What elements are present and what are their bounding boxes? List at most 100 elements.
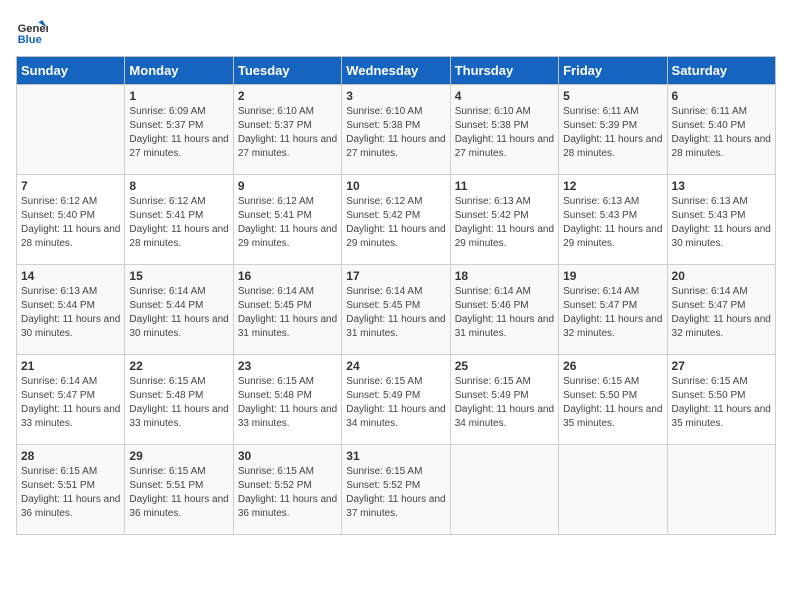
calendar-cell: 22Sunrise: 6:15 AMSunset: 5:48 PMDayligh… <box>125 355 233 445</box>
day-number: 14 <box>21 269 120 283</box>
day-number: 30 <box>238 449 337 463</box>
calendar-cell: 27 Sunrise: 6:15 AMSunset: 5:50 PMDayligh… <box>667 355 775 445</box>
calendar-cell: 23 Sunrise: 6:15 AMSunset: 5:48 PMDayligh… <box>233 355 341 445</box>
calendar-cell: 18Sunrise: 6:14 AMSunset: 5:46 PMDayligh… <box>450 265 558 355</box>
cell-info: Sunrise: 6:10 AMSunset: 5:38 PMDaylight:… <box>346 105 445 161</box>
day-number: 29 <box>129 449 228 463</box>
cell-info: Sunrise: 6:14 AMSunset: 5:44 PMDaylight:… <box>129 285 228 341</box>
cell-info: Sunrise: 6:15 AMSunset: 5:50 PMDaylight:… <box>672 375 771 431</box>
day-number: 8 <box>129 179 228 193</box>
calendar-cell: 16 Sunrise: 6:14 AMSunset: 5:45 PMDayligh… <box>233 265 341 355</box>
calendar-cell: 9 Sunrise: 6:12 AMSunset: 5:41 PMDaylight… <box>233 175 341 265</box>
col-header-saturday: Saturday <box>667 57 775 85</box>
calendar-cell: 2 Sunrise: 6:10 AMSunset: 5:37 PMDaylight… <box>233 85 341 175</box>
day-number: 20 <box>672 269 771 283</box>
cell-info: Sunrise: 6:14 AMSunset: 5:45 PMDaylight:… <box>238 285 337 341</box>
cell-info: Sunrise: 6:10 AMSunset: 5:38 PMDaylight:… <box>455 105 554 161</box>
calendar-cell: 12 Sunrise: 6:13 AMSunset: 5:43 PMDayligh… <box>559 175 667 265</box>
day-number: 4 <box>455 89 554 103</box>
day-number: 22 <box>129 359 228 373</box>
cell-info: Sunrise: 6:14 AMSunset: 5:46 PMDaylight:… <box>455 285 554 341</box>
cell-info: Sunrise: 6:13 AMSunset: 5:42 PMDaylight:… <box>455 195 554 251</box>
cell-info: Sunrise: 6:15 AMSunset: 5:49 PMDaylight:… <box>455 375 554 431</box>
cell-info: Sunrise: 6:13 AMSunset: 5:43 PMDaylight:… <box>672 195 771 251</box>
calendar-cell: 1 Sunrise: 6:09 AMSunset: 5:37 PMDaylight… <box>125 85 233 175</box>
calendar-cell: 30 Sunrise: 6:15 AMSunset: 5:52 PMDayligh… <box>233 445 341 535</box>
cell-info: Sunrise: 6:14 AMSunset: 5:47 PMDaylight:… <box>21 375 120 431</box>
day-number: 21 <box>21 359 120 373</box>
calendar-cell: 10 Sunrise: 6:12 AMSunset: 5:42 PMDayligh… <box>342 175 450 265</box>
svg-text:Blue: Blue <box>18 34 42 46</box>
calendar-table: SundayMondayTuesdayWednesdayThursdayFrid… <box>16 56 776 535</box>
calendar-cell: 25 Sunrise: 6:15 AMSunset: 5:49 PMDayligh… <box>450 355 558 445</box>
day-number: 24 <box>346 359 445 373</box>
day-number: 15 <box>129 269 228 283</box>
day-number: 28 <box>21 449 120 463</box>
day-number: 23 <box>238 359 337 373</box>
col-header-tuesday: Tuesday <box>233 57 341 85</box>
logo: General Blue <box>16 16 56 48</box>
calendar-cell: 31 Sunrise: 6:15 AMSunset: 5:52 PMDayligh… <box>342 445 450 535</box>
calendar-cell: 5 Sunrise: 6:11 AMSunset: 5:39 PMDaylight… <box>559 85 667 175</box>
cell-info: Sunrise: 6:13 AMSunset: 5:44 PMDaylight:… <box>21 285 120 341</box>
calendar-cell: 14 Sunrise: 6:13 AMSunset: 5:44 PMDayligh… <box>17 265 125 355</box>
col-header-thursday: Thursday <box>450 57 558 85</box>
cell-info: Sunrise: 6:15 AMSunset: 5:52 PMDaylight:… <box>238 465 337 521</box>
day-number: 3 <box>346 89 445 103</box>
page-header: General Blue <box>16 16 776 48</box>
col-header-wednesday: Wednesday <box>342 57 450 85</box>
calendar-cell: 6Sunrise: 6:11 AMSunset: 5:40 PMDaylight… <box>667 85 775 175</box>
cell-info: Sunrise: 6:15 AMSunset: 5:48 PMDaylight:… <box>238 375 337 431</box>
calendar-cell: 19 Sunrise: 6:14 AMSunset: 5:47 PMDayligh… <box>559 265 667 355</box>
cell-info: Sunrise: 6:15 AMSunset: 5:49 PMDaylight:… <box>346 375 445 431</box>
col-header-monday: Monday <box>125 57 233 85</box>
day-number: 27 <box>672 359 771 373</box>
day-number: 10 <box>346 179 445 193</box>
calendar-cell: 3 Sunrise: 6:10 AMSunset: 5:38 PMDaylight… <box>342 85 450 175</box>
cell-info: Sunrise: 6:15 AMSunset: 5:52 PMDaylight:… <box>346 465 445 521</box>
day-number: 2 <box>238 89 337 103</box>
day-number: 19 <box>563 269 662 283</box>
cell-info: Sunrise: 6:09 AMSunset: 5:37 PMDaylight:… <box>129 105 228 161</box>
calendar-cell: 7Sunrise: 6:12 AMSunset: 5:40 PMDaylight… <box>17 175 125 265</box>
cell-info: Sunrise: 6:13 AMSunset: 5:43 PMDaylight:… <box>563 195 662 251</box>
cell-info: Sunrise: 6:10 AMSunset: 5:37 PMDaylight:… <box>238 105 337 161</box>
cell-info: Sunrise: 6:12 AMSunset: 5:41 PMDaylight:… <box>129 195 228 251</box>
cell-info: Sunrise: 6:15 AMSunset: 5:51 PMDaylight:… <box>21 465 120 521</box>
day-number: 17 <box>346 269 445 283</box>
calendar-cell <box>559 445 667 535</box>
cell-info: Sunrise: 6:14 AMSunset: 5:45 PMDaylight:… <box>346 285 445 341</box>
day-number: 7 <box>21 179 120 193</box>
calendar-cell <box>667 445 775 535</box>
cell-info: Sunrise: 6:12 AMSunset: 5:41 PMDaylight:… <box>238 195 337 251</box>
day-number: 5 <box>563 89 662 103</box>
calendar-cell: 4 Sunrise: 6:10 AMSunset: 5:38 PMDaylight… <box>450 85 558 175</box>
calendar-cell: 20 Sunrise: 6:14 AMSunset: 5:47 PMDayligh… <box>667 265 775 355</box>
col-header-sunday: Sunday <box>17 57 125 85</box>
day-number: 1 <box>129 89 228 103</box>
day-number: 25 <box>455 359 554 373</box>
day-number: 16 <box>238 269 337 283</box>
calendar-cell: 13Sunrise: 6:13 AMSunset: 5:43 PMDayligh… <box>667 175 775 265</box>
day-number: 11 <box>455 179 554 193</box>
cell-info: Sunrise: 6:11 AMSunset: 5:40 PMDaylight:… <box>672 105 771 161</box>
col-header-friday: Friday <box>559 57 667 85</box>
cell-info: Sunrise: 6:15 AMSunset: 5:51 PMDaylight:… <box>129 465 228 521</box>
calendar-cell: 15 Sunrise: 6:14 AMSunset: 5:44 PMDayligh… <box>125 265 233 355</box>
calendar-cell: 26Sunrise: 6:15 AMSunset: 5:50 PMDayligh… <box>559 355 667 445</box>
calendar-cell <box>17 85 125 175</box>
calendar-cell <box>450 445 558 535</box>
cell-info: Sunrise: 6:14 AMSunset: 5:47 PMDaylight:… <box>563 285 662 341</box>
cell-info: Sunrise: 6:11 AMSunset: 5:39 PMDaylight:… <box>563 105 662 161</box>
calendar-cell: 24 Sunrise: 6:15 AMSunset: 5:49 PMDayligh… <box>342 355 450 445</box>
logo-icon: General Blue <box>16 16 48 48</box>
calendar-cell: 17 Sunrise: 6:14 AMSunset: 5:45 PMDayligh… <box>342 265 450 355</box>
calendar-cell: 29 Sunrise: 6:15 AMSunset: 5:51 PMDayligh… <box>125 445 233 535</box>
day-number: 31 <box>346 449 445 463</box>
day-number: 12 <box>563 179 662 193</box>
cell-info: Sunrise: 6:12 AMSunset: 5:42 PMDaylight:… <box>346 195 445 251</box>
cell-info: Sunrise: 6:14 AMSunset: 5:47 PMDaylight:… <box>672 285 771 341</box>
calendar-cell: 21 Sunrise: 6:14 AMSunset: 5:47 PMDayligh… <box>17 355 125 445</box>
day-number: 9 <box>238 179 337 193</box>
calendar-cell: 28 Sunrise: 6:15 AMSunset: 5:51 PMDayligh… <box>17 445 125 535</box>
